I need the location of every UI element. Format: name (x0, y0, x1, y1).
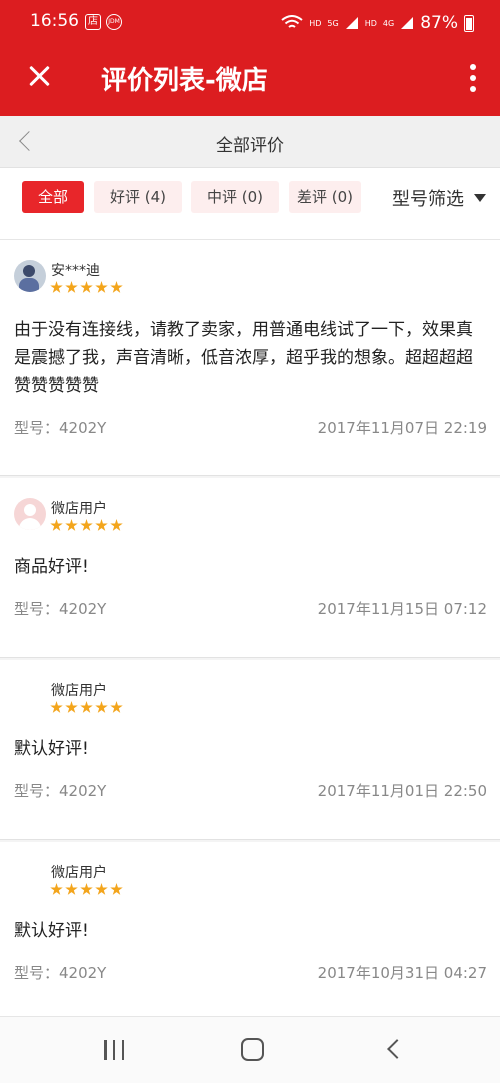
review-date: 2017年11月15日 07:12 (317, 600, 487, 618)
review-model: 型号：4202Y (14, 964, 107, 982)
page-title: 评价列表-微店 (101, 66, 268, 96)
reviewer-name: 微店用户 (51, 501, 107, 517)
review-item: 微店用户 商品好评! 型号：4202Y 2017年11月15日 07:12 (0, 478, 500, 658)
review-content: 默认好评! (14, 921, 89, 941)
star-icon (80, 883, 93, 895)
review-date: 2017年10月31日 04:27 (317, 964, 487, 982)
star-icon (95, 281, 108, 293)
review-meta: 型号：4202Y 2017年11月07日 22:19 (14, 417, 487, 438)
star-icon (65, 519, 78, 531)
review-model: 型号：4202Y (14, 419, 107, 437)
status-bar: 16:56 店 JDM HD 5G HD 4G 87% (0, 0, 500, 46)
more-vert-icon[interactable] (468, 64, 478, 92)
status-right: HD 5G HD 4G 87% (281, 12, 474, 34)
review-date: 2017年11月07日 22:19 (317, 419, 487, 437)
avatar (14, 498, 46, 530)
review-item: 安***迪 由于没有连接线，请教了卖家，用普通电线试了一下，效果真是震撼了我，声… (0, 240, 500, 476)
network-label-5g: 5G (327, 18, 339, 28)
network-label-hd-2: HD (364, 18, 377, 28)
reviewer-name: 安***迪 (51, 263, 100, 279)
avatar (14, 862, 46, 894)
battery-percent: 87% (420, 13, 458, 33)
store-app-icon: 店 (85, 14, 101, 30)
title-bar: 评价列表-微店 (0, 46, 500, 116)
star-icon (95, 519, 108, 531)
status-time: 16:56 (30, 11, 79, 31)
star-icon (110, 701, 123, 713)
network-label-4g: 4G (382, 18, 395, 28)
star-icon (110, 883, 123, 895)
star-icon (50, 701, 63, 713)
review-date: 2017年11月01日 22:50 (317, 782, 487, 800)
star-icon (95, 701, 108, 713)
review-content: 由于没有连接线，请教了卖家，用普通电线试了一下，效果真是震撼了我，声音清晰，低音… (14, 320, 473, 396)
review-meta: 型号：4202Y 2017年10月31日 04:27 (14, 962, 487, 983)
signal-icon (345, 17, 358, 29)
section-title: 全部评价 (216, 136, 284, 156)
star-icon (110, 281, 123, 293)
review-model: 型号：4202Y (14, 782, 107, 800)
signal-icon-2 (401, 17, 414, 29)
review-model: 型号：4202Y (14, 600, 107, 618)
star-icon (65, 701, 78, 713)
reviewer-name: 微店用户 (51, 865, 107, 881)
star-rating (50, 701, 123, 714)
filter-chip-all[interactable]: 全部 (22, 181, 84, 213)
caret-down-icon (474, 194, 486, 202)
model-filter-dropdown[interactable]: 型号筛选 (392, 185, 486, 211)
battery-icon (464, 14, 474, 32)
review-content: 默认好评! (14, 739, 89, 759)
avatar (14, 260, 46, 292)
sub-navigation: 全部评价 (0, 116, 500, 168)
filter-chip-neutral[interactable]: 中评 (0) (191, 181, 279, 213)
star-icon (110, 519, 123, 531)
review-item: 微店用户 默认好评! 型号：4202Y 2017年10月31日 04:27 (0, 842, 500, 1016)
star-icon (80, 519, 93, 531)
filter-chip-negative[interactable]: 差评 (0) (289, 181, 361, 213)
star-rating (50, 519, 123, 532)
star-icon (95, 883, 108, 895)
home-icon[interactable] (241, 1038, 264, 1061)
jdm-app-icon: JDM (106, 14, 122, 30)
wifi-icon (281, 15, 303, 28)
recent-apps-icon[interactable] (104, 1040, 124, 1060)
network-label-hd: HD (309, 18, 322, 28)
star-rating (50, 883, 123, 896)
review-content: 商品好评! (14, 557, 89, 577)
top-bar: 16:56 店 JDM HD 5G HD 4G 87% 评价列表-微店 (0, 0, 500, 116)
review-meta: 型号：4202Y 2017年11月01日 22:50 (14, 780, 487, 801)
filter-bar: 全部 好评 (4) 中评 (0) 差评 (0) 型号筛选 (0, 168, 500, 240)
review-meta: 型号：4202Y 2017年11月15日 07:12 (14, 598, 487, 619)
avatar (14, 680, 46, 712)
reviewer-name: 微店用户 (51, 683, 107, 699)
review-item: 微店用户 默认好评! 型号：4202Y 2017年11月01日 22:50 (0, 660, 500, 840)
star-icon (50, 281, 63, 293)
star-icon (65, 883, 78, 895)
star-icon (80, 281, 93, 293)
star-icon (80, 701, 93, 713)
star-icon (65, 281, 78, 293)
star-icon (50, 519, 63, 531)
close-icon[interactable] (26, 62, 54, 90)
model-filter-label: 型号筛选 (392, 189, 464, 210)
system-nav-bar (0, 1016, 500, 1083)
star-rating (50, 281, 123, 294)
back-icon[interactable] (387, 1039, 407, 1059)
star-icon (50, 883, 63, 895)
filter-chip-positive[interactable]: 好评 (4) (94, 181, 182, 213)
